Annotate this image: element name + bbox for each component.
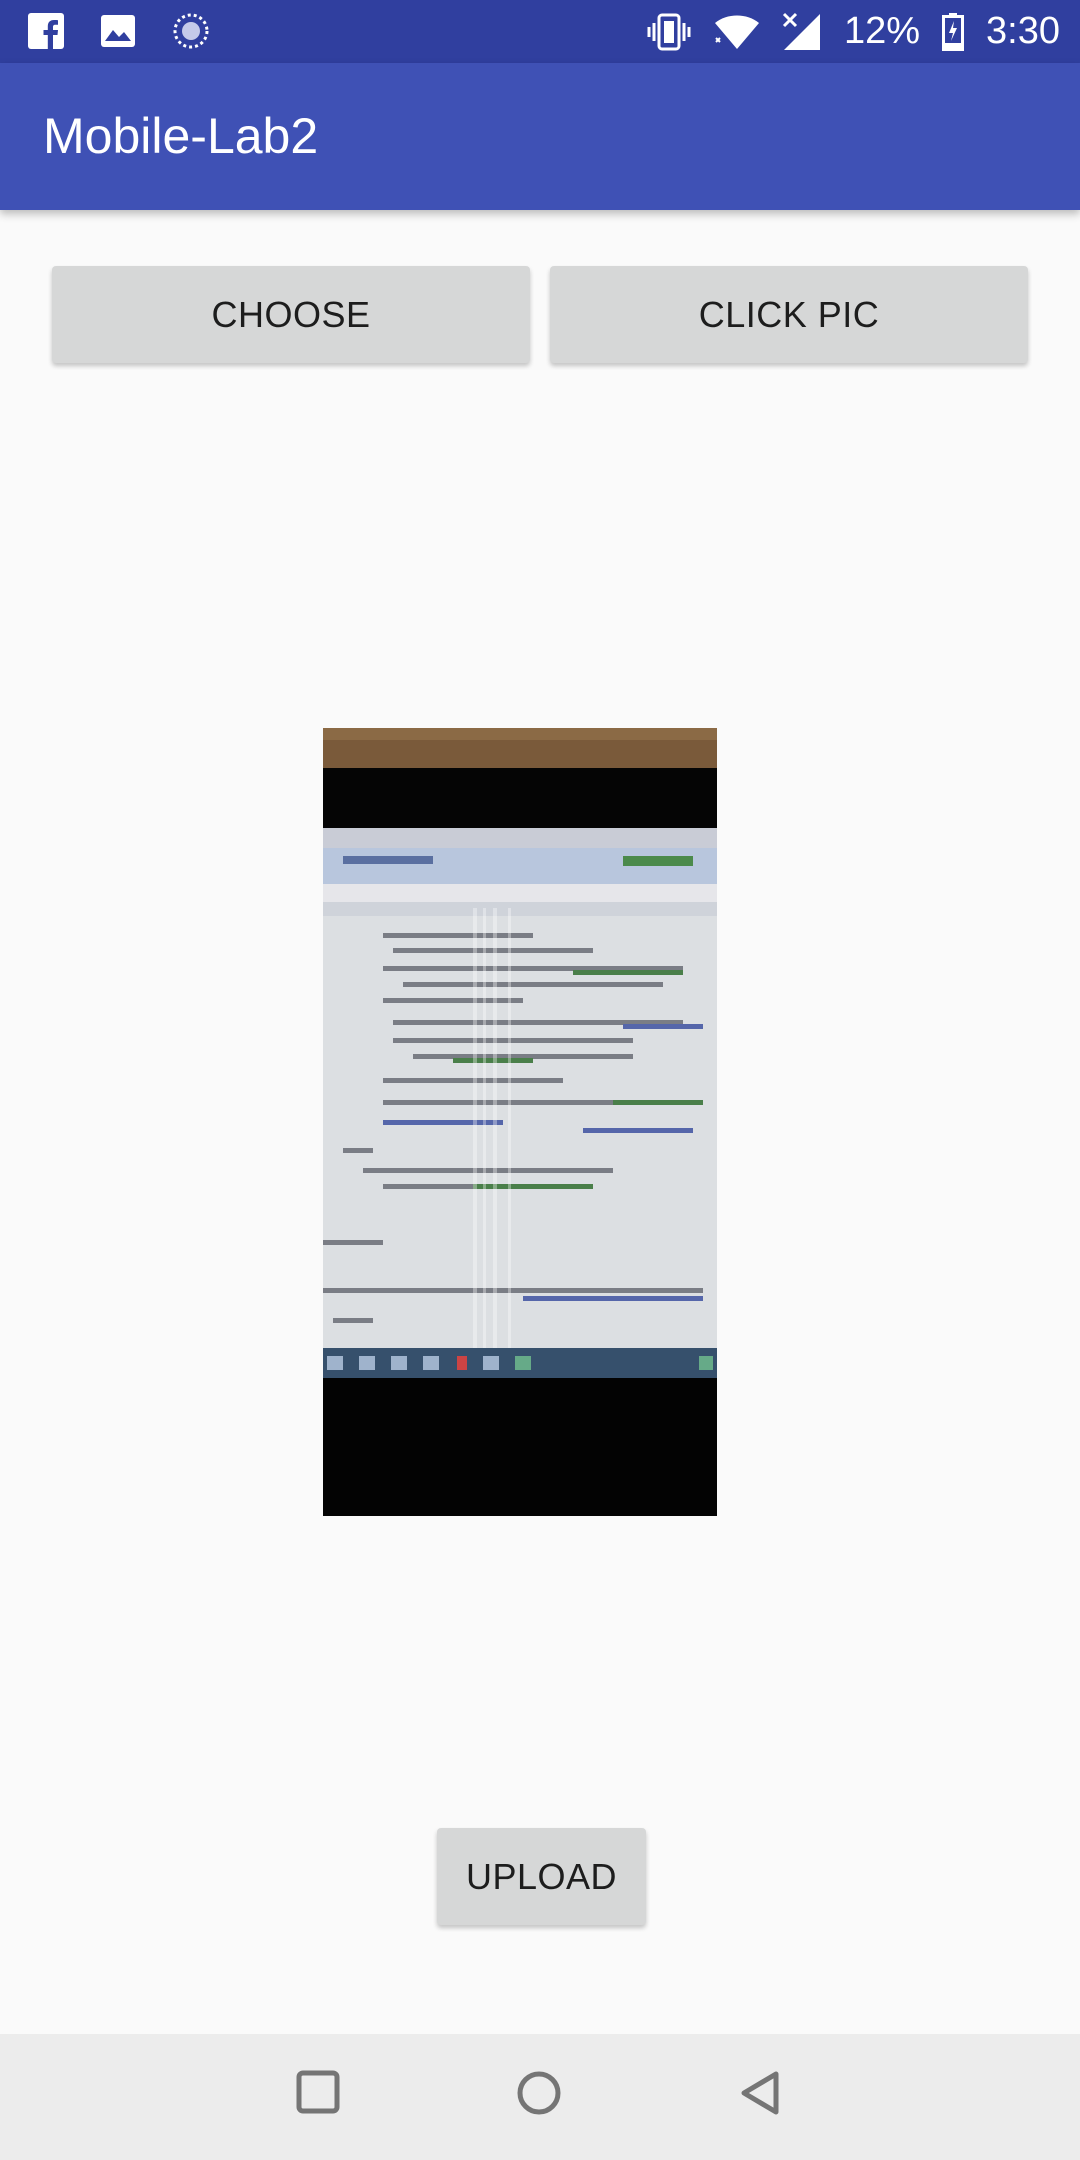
status-bar: 12% 3:30 — [0, 0, 1080, 63]
home-icon[interactable] — [515, 2069, 563, 2117]
app-bar: Mobile-Lab2 — [0, 63, 1080, 210]
vibrate-icon — [646, 13, 692, 51]
choose-button[interactable]: CHOOSE — [52, 266, 530, 363]
upload-button[interactable]: UPLOAD — [437, 1828, 646, 1925]
wifi-icon — [714, 14, 760, 50]
app-title: Mobile-Lab2 — [43, 108, 319, 164]
navigation-bar — [0, 2034, 1080, 2160]
click-pic-button[interactable]: CLICK PIC — [550, 266, 1028, 363]
clock: 3:30 — [986, 10, 1060, 52]
gallery-icon — [100, 14, 136, 48]
facebook-icon — [28, 13, 64, 49]
recent-apps-icon[interactable] — [295, 2069, 341, 2115]
back-icon[interactable] — [738, 2069, 784, 2117]
photo-of-monitor — [323, 728, 717, 1516]
image-preview — [323, 728, 717, 1516]
battery-percent: 12% — [843, 10, 921, 52]
signal-off-icon — [782, 12, 822, 52]
sync-icon — [172, 12, 210, 50]
battery-low-icon — [942, 12, 965, 51]
